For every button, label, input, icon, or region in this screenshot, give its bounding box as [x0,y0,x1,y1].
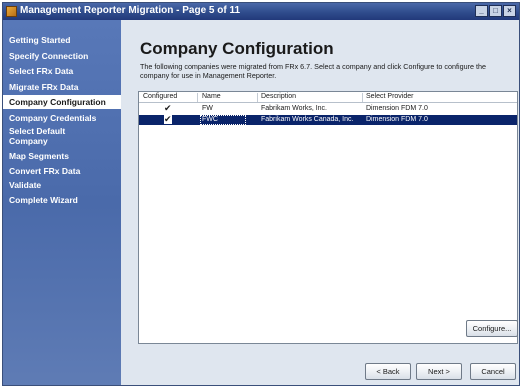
table-row-selected[interactable]: ✔ FWC Fabrikam Works Canada, Inc. Dimens… [139,115,517,125]
wizard-steps-sidebar: Getting Started Specify Connection Selec… [3,20,121,385]
cell-provider[interactable]: Dimension FDM 7.0 [366,105,428,113]
step-migrate-frx-data[interactable]: Migrate FRx Data [3,82,121,92]
step-validate[interactable]: Validate [3,180,121,190]
close-button[interactable]: × [503,5,516,17]
configured-check-icon: ✔ [164,114,172,124]
cell-description: Fabrikam Works, Inc. [261,105,327,112]
page-title: Company Configuration [140,39,334,58]
step-map-segments[interactable]: Map Segments [3,151,121,161]
back-button[interactable]: < Back [365,363,411,380]
configured-check-icon: ✔ [164,103,172,113]
cell-name: FWC [202,116,218,123]
configure-button[interactable]: Configure... [466,320,518,337]
page-description: The following companies were migrated fr… [140,62,486,80]
next-button[interactable]: Next > [416,363,462,380]
cancel-button[interactable]: Cancel [470,363,516,380]
main-content: Company Configuration The following comp… [121,20,519,385]
cell-provider[interactable]: Dimension FDM 7.0 [366,116,428,124]
step-convert-frx-data[interactable]: Convert FRx Data [3,166,121,176]
window-controls: _ □ × [475,5,516,17]
step-company-credentials[interactable]: Company Credentials [3,113,121,123]
step-getting-started[interactable]: Getting Started [3,35,121,45]
step-company-configuration[interactable]: Company Configuration [3,95,121,109]
companies-grid: Configured Name Description Select Provi… [138,91,518,344]
step-select-default-company[interactable]: Select Default Company [3,126,73,146]
title-bar[interactable]: Management Reporter Migration - Page 5 o… [3,3,519,20]
minimize-button[interactable]: _ [475,5,488,17]
column-header-provider[interactable]: Select Provider [366,93,413,100]
column-header-name[interactable]: Name [202,93,221,100]
column-separator[interactable] [197,93,198,102]
app-icon [6,6,17,17]
maximize-button[interactable]: □ [489,5,502,17]
cell-name: FW [202,105,213,112]
step-specify-connection[interactable]: Specify Connection [3,51,121,61]
column-separator[interactable] [362,93,363,102]
window-title: Management Reporter Migration - Page 5 o… [20,5,241,16]
column-header-configured[interactable]: Configured [143,93,177,100]
wizard-window: Management Reporter Migration - Page 5 o… [2,2,520,386]
step-complete-wizard[interactable]: Complete Wizard [3,195,121,205]
step-select-frx-data[interactable]: Select FRx Data [3,66,121,76]
column-header-description[interactable]: Description [261,93,296,100]
grid-header: Configured Name Description Select Provi… [139,92,517,103]
column-separator[interactable] [257,93,258,102]
cell-description: Fabrikam Works Canada, Inc. [261,116,354,123]
table-row[interactable]: ✔ FW Fabrikam Works, Inc. Dimension FDM … [139,104,517,114]
